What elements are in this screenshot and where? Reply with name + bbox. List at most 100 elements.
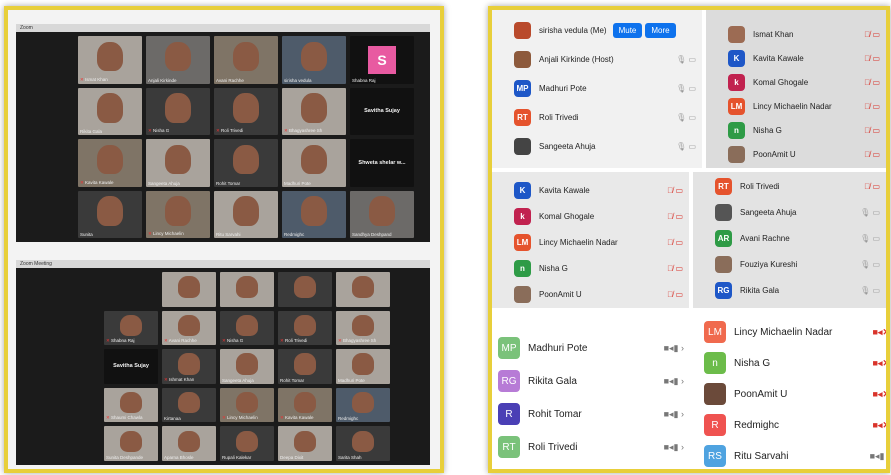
video-tile[interactable]: Savitha Sujay — [104, 349, 158, 384]
participant-row[interactable]: MP Madhuri Pote 🎙 ▭ — [492, 76, 702, 100]
video-tile[interactable]: ✕ Shabna Raj — [104, 310, 158, 346]
video-tile[interactable]: Madhuri Pote — [282, 139, 346, 187]
participant-row[interactable]: LM Lincy Michaelin Nadar ■◂✕ — [704, 316, 886, 348]
video-tile[interactable]: Shweta shelar w... — [350, 139, 414, 187]
video-tile[interactable]: ✕ Nisha G — [220, 310, 274, 346]
mic-muted-icon[interactable]: 🎙̸ ▭ — [864, 150, 880, 159]
participant-row[interactable]: n Nisha G 🎙̸ ▭ — [492, 256, 689, 280]
video-tile[interactable]: Sunita Deshpande — [104, 426, 158, 461]
video-tile[interactable]: ✕ Roli Trivedi — [278, 310, 332, 346]
mic-muted-icon[interactable]: 🎙̸ ▭ — [667, 264, 683, 273]
participant-row[interactable]: Sangeeta Ahuja 🎙 ▭ — [693, 200, 886, 224]
participant-row[interactable]: Sangeeta Ahuja 🎙 ▭ — [492, 134, 702, 158]
video-tile[interactable] — [220, 272, 274, 307]
mic-muted-icon[interactable]: 🎙̸ ▭ — [667, 238, 683, 247]
participant-row[interactable]: n Nisha G ■◂✕ — [704, 347, 886, 379]
video-tile[interactable]: Madhuri Pote — [336, 349, 390, 384]
video-tile[interactable]: ✕ Avani Rachhe — [162, 310, 216, 346]
participant-row[interactable]: RG Rikita Gala 🎙 ▭ — [693, 278, 886, 302]
participant-row[interactable]: MP Madhuri Pote ■◂▮ › — [498, 332, 688, 364]
mic-muted-icon[interactable]: 🎙̸ ▭ — [864, 126, 880, 135]
video-tile[interactable]: ✕ Kavita Kawale — [278, 387, 332, 423]
video-tile[interactable]: Sunita — [78, 190, 142, 238]
video-tile[interactable]: Rohit Tomar — [278, 349, 332, 384]
video-tile[interactable]: ✕ Kavita Kawale — [78, 139, 142, 187]
participant-row[interactable]: Fouziya Kureshi 🎙 ▭ — [693, 252, 886, 276]
video-tile[interactable]: ✕ Bhagyashree Sh — [282, 87, 346, 135]
mic-icon[interactable]: 🎙 ▭ — [860, 260, 880, 269]
mic-muted-icon[interactable]: ■◂✕ — [873, 327, 887, 338]
video-tile[interactable]: Redmighc — [336, 387, 390, 423]
video-tile[interactable]: Sangeeta Ahuja — [146, 139, 210, 187]
video-tile[interactable]: Deepa Dixit — [278, 426, 332, 461]
mic-icon[interactable]: 🎙 ▭ — [860, 234, 880, 243]
video-tile[interactable]: ✕ Roli Trivedi — [214, 87, 278, 135]
video-tile[interactable]: Redmighc — [282, 190, 346, 238]
video-tile[interactable]: Sandhya Deshpand — [350, 190, 414, 238]
mic-muted-icon[interactable]: 🎙̸ ▭ — [864, 102, 880, 111]
mic-muted-icon[interactable]: 🎙̸ ▭ — [667, 186, 683, 195]
participant-row[interactable]: RT Roli Trivedi 🎙̸ ▭ — [693, 174, 886, 198]
video-tile[interactable]: ✕ Ismat Khan — [78, 36, 142, 84]
mic-icon[interactable]: ■◂▮ › — [664, 343, 684, 354]
mic-muted-icon[interactable]: 🎙̸ ▭ — [864, 30, 880, 39]
mic-muted-icon[interactable]: ■◂✕ — [873, 389, 887, 400]
video-tile[interactable] — [162, 272, 216, 307]
video-tile[interactable]: S Shabna Raj — [350, 36, 414, 84]
mic-muted-icon[interactable]: 🎙̸ ▭ — [864, 54, 880, 63]
participant-row[interactable]: K Kavita Kawale 🎙̸ ▭ — [706, 46, 886, 70]
more-button[interactable]: More — [645, 22, 676, 38]
video-tile[interactable]: Savitha Sujay — [350, 87, 414, 135]
mic-icon[interactable]: 🎙 ▭ — [676, 55, 696, 64]
mic-muted-icon[interactable]: 🎙̸ ▭ — [864, 78, 880, 87]
participant-row[interactable]: R Redmighc ■◂✕ — [704, 409, 886, 441]
participant-row[interactable]: RS Ritu Sarvahi ■◂▮ › — [704, 440, 886, 469]
video-tile[interactable]: Sarita Shah — [336, 426, 390, 461]
participant-row[interactable]: LM Lincy Michaelin Nadar 🎙̸ ▭ — [706, 94, 886, 118]
video-tile[interactable] — [336, 272, 390, 307]
participant-row[interactable]: LM Lincy Michaelin Nadar 🎙̸ ▭ — [492, 230, 689, 254]
mic-muted-icon[interactable]: 🎙̸ ▭ — [667, 212, 683, 221]
video-tile[interactable]: Rohit Tomar — [214, 139, 278, 187]
video-tile[interactable]: Anjali Kirkinde — [146, 36, 210, 84]
video-tile[interactable]: Ritu Sarvahi — [214, 190, 278, 238]
mic-muted-icon[interactable]: ■◂✕ — [873, 358, 887, 369]
mic-icon[interactable]: 🎙 ▭ — [860, 286, 880, 295]
video-tile[interactable]: ✕ Lincy Michaelin — [146, 190, 210, 238]
participant-row[interactable]: K Kavita Kawale 🎙̸ ▭ — [492, 178, 689, 202]
mic-muted-icon[interactable]: ■◂✕ — [873, 420, 887, 431]
participant-row[interactable]: RT Roli Trivedi 🎙 ▭ — [492, 105, 702, 129]
video-tile[interactable]: ✕ Bhagyashree Sh — [336, 310, 390, 346]
mic-icon[interactable]: ■◂▮ › — [664, 442, 684, 453]
video-tile[interactable] — [104, 272, 158, 307]
participant-row[interactable]: Ismat Khan 🎙̸ ▭ — [706, 22, 886, 46]
participant-row[interactable]: R Rohit Tomar ■◂▮ › — [498, 398, 688, 430]
participant-row[interactable]: AR Avani Rachne 🎙 ▭ — [693, 226, 886, 250]
mic-icon[interactable]: ■◂▮ › — [870, 451, 886, 462]
mic-icon[interactable]: ■◂▮ › — [664, 376, 684, 387]
participant-row[interactable]: PoonAmit U 🎙̸ ▭ — [706, 142, 886, 166]
mic-icon[interactable]: 🎙 ▭ — [676, 84, 696, 93]
participant-row[interactable]: Rohit Tomar🎙 ▭ — [693, 304, 886, 308]
mic-icon[interactable]: 🎙 ▭ — [676, 113, 696, 122]
video-tile[interactable]: Aparna Bhosle — [162, 426, 216, 461]
mic-icon[interactable]: ■◂▮ › — [664, 409, 684, 420]
mic-muted-icon[interactable]: 🎙̸ ▭ — [864, 182, 880, 191]
video-tile[interactable]: Rupali Kalekar — [220, 426, 274, 461]
participant-row[interactable]: sirisha vedula (Me) Mute More — [492, 18, 702, 42]
video-tile[interactable]: Avani Rachhe — [214, 36, 278, 84]
mute-button[interactable]: Mute — [612, 22, 643, 38]
participant-row[interactable]: PoonAmit U ■◂✕ — [704, 378, 886, 410]
mic-muted-icon[interactable]: 🎙̸ ▭ — [667, 290, 683, 299]
video-tile[interactable]: ✕ Shaumi Chawla — [104, 387, 158, 423]
participant-row[interactable]: n Nisha G 🎙̸ ▭ — [706, 118, 886, 142]
mic-icon[interactable]: 🎙 ▭ — [860, 208, 880, 217]
participant-row[interactable]: RT Roli Trivedi ■◂▮ › — [498, 431, 688, 463]
video-tile[interactable]: ✕ Ishmat Khan — [162, 349, 216, 384]
participant-row[interactable]: Anjali Kirkinde (Host) 🎙 ▭ — [492, 47, 702, 71]
participant-row[interactable]: RG Rikita Gala ■◂▮ › — [498, 365, 688, 397]
video-tile[interactable] — [278, 272, 332, 307]
video-tile[interactable]: sirisha vedula — [282, 36, 346, 84]
video-tile[interactable]: Rikita Gala — [78, 87, 142, 135]
participant-row[interactable]: k Komal Ghogale 🎙̸ ▭ — [492, 204, 689, 228]
